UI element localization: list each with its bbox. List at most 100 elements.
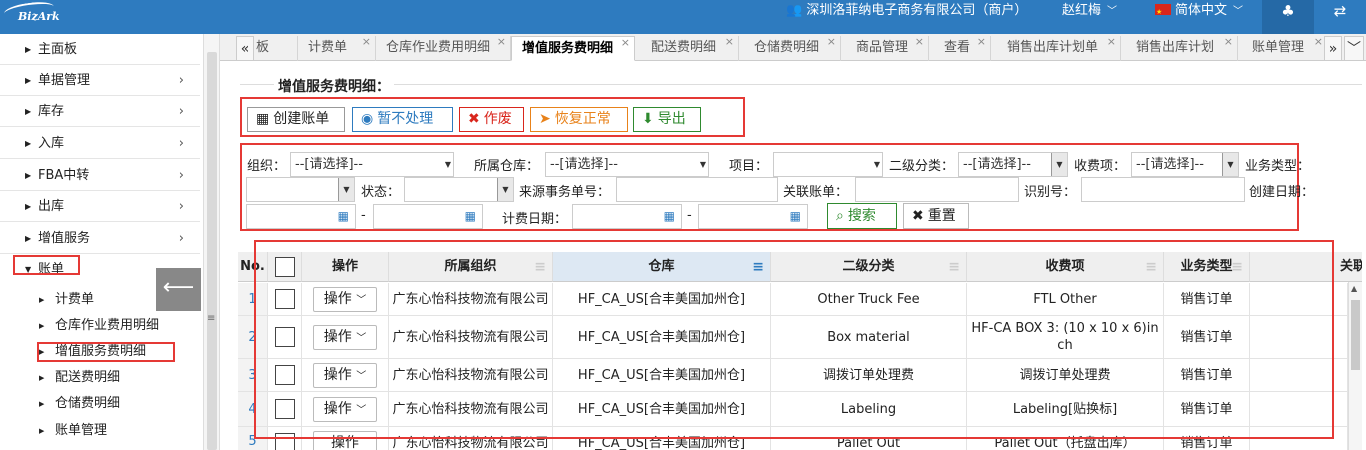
calendar-icon[interactable]: ▦ <box>664 205 675 228</box>
fee-item-select[interactable]: --[请选择]-- ▼ <box>1131 152 1239 177</box>
tab-outbound-plan[interactable]: 销售出库计划 × <box>1126 35 1238 61</box>
status-select[interactable]: ▼ <box>404 177 514 202</box>
caret-right-icon: ▶ <box>25 202 32 211</box>
language-menu[interactable]: 简体中文 ﹀ <box>1155 0 1243 34</box>
collapse-sidebar-button[interactable]: ⟵ <box>156 268 201 311</box>
tab-view[interactable]: 查看 × <box>934 35 991 61</box>
sidebar-scrollbar[interactable] <box>204 34 220 450</box>
resize-grip-icon[interactable]: ≡ <box>207 313 215 324</box>
swap-icon[interactable]: ⇄ <box>1314 0 1366 34</box>
close-icon[interactable]: × <box>915 30 924 54</box>
tab-label: 销售出库计划单 <box>1007 40 1099 55</box>
bizark-logo[interactable]: BizArk <box>0 0 70 34</box>
restore-button[interactable]: ➤ 恢复正常 <box>530 107 628 132</box>
sub-item-storage-fee[interactable]: ▶ 仓储费明细 <box>0 391 200 417</box>
billing-date-to[interactable]: ▦ <box>698 204 808 229</box>
billing-date-from[interactable]: ▦ <box>572 204 682 229</box>
company-menu[interactable]: 👥 深圳洛菲纳电子商务有限公司（商户） <box>786 0 1027 34</box>
void-button[interactable]: ✖ 作废 <box>459 107 524 132</box>
org-label: 组织： <box>247 159 287 174</box>
tab-dropdown-icon[interactable]: ﹀ <box>1344 36 1364 61</box>
export-button[interactable]: ⬇ 导出 <box>633 107 701 132</box>
business-type-select[interactable]: ▼ <box>246 177 355 202</box>
calendar-icon: ▦ <box>256 111 270 127</box>
download-circle-icon: ⬇ <box>642 111 654 127</box>
close-icon[interactable]: × <box>1224 30 1233 54</box>
sidebar-item-fba[interactable]: ▶ FBA中转 › <box>0 160 200 191</box>
tab-value-added-fee[interactable]: 增值服务费明细 × <box>511 36 635 61</box>
tab-product-management[interactable]: 商品管理 × <box>846 35 929 61</box>
sub-item-bill-management[interactable]: ▶ 账单管理 <box>0 418 200 444</box>
related-bill-input[interactable] <box>855 177 1019 202</box>
chevron-right-icon: › <box>178 73 184 88</box>
calendar-icon[interactable]: ▦ <box>338 205 349 228</box>
warehouse-select[interactable]: --[请选择]-- ▼ <box>545 152 709 177</box>
chevron-down-icon: ﹀ <box>1233 6 1244 17</box>
item-select[interactable]: ▼ <box>773 152 883 177</box>
sidebar-item-documents[interactable]: ▶ 单据管理 › <box>0 65 200 96</box>
chevron-right-icon: › <box>178 231 184 246</box>
close-icon[interactable]: × <box>1107 30 1116 54</box>
created-date-from[interactable]: ▦ <box>246 204 356 229</box>
tab-dashboard[interactable]: 板 <box>254 36 298 61</box>
sidebar-item-inbound[interactable]: ▶ 入库 › <box>0 128 200 159</box>
tab-scroll-left-icon[interactable]: « <box>236 36 254 61</box>
sub-category-label: 二级分类： <box>889 159 955 174</box>
caret-down-icon: ▼ <box>1222 153 1238 176</box>
sidebar-item-label: 库存 <box>38 104 65 119</box>
highlight-box <box>37 342 175 362</box>
sub-item-delivery-fee[interactable]: ▶ 配送费明细 <box>0 365 200 391</box>
sidebar-item-inventory[interactable]: ▶ 库存 › <box>0 96 200 127</box>
related-bill-label: 关联账单： <box>783 185 849 200</box>
caret-right-icon: ▶ <box>25 107 32 116</box>
close-icon[interactable]: × <box>621 31 630 55</box>
identifier-input[interactable] <box>1081 177 1245 202</box>
tab-bill-management[interactable]: 账单管理 × <box>1242 35 1328 61</box>
close-icon[interactable]: × <box>1314 30 1323 54</box>
hold-button[interactable]: ◉ 暂不处理 <box>352 107 453 132</box>
calendar-icon[interactable]: ▦ <box>465 205 476 228</box>
close-icon[interactable]: × <box>362 30 371 54</box>
users-icon: 👥 <box>786 3 803 18</box>
tab-bar: « 板 计费单 × 仓库作业费用明细 × 增值服务费明细 × 配送费明细 × 仓储费明细… <box>220 34 1366 61</box>
panel-title: 增值服务费明细： <box>274 76 394 96</box>
sub-category-select[interactable]: --[请选择]-- ▼ <box>958 152 1068 177</box>
close-icon[interactable]: × <box>725 30 734 54</box>
sidebar-item-label: FBA中转 <box>38 168 90 183</box>
arrow-left-icon: ⟵ <box>162 275 195 300</box>
button-label: 暂不处理 <box>377 111 434 127</box>
sidebar-item-dashboard[interactable]: ▶ 主面板 <box>0 34 200 65</box>
button-label: 作废 <box>483 111 512 127</box>
scroll-up-icon[interactable]: ▲ <box>1351 284 1357 293</box>
tab-label: 计费单 <box>308 40 348 55</box>
button-label: 重置 <box>927 208 956 224</box>
logo-text: BizArk <box>18 10 60 23</box>
sub-item-warehouse-ops[interactable]: ▶ 仓库作业费用明细 <box>0 313 200 339</box>
caret-down-icon: ▼ <box>338 178 354 201</box>
user-menu[interactable]: 赵红梅 ﹀ <box>1062 0 1117 34</box>
caret-down-icon: ▼ <box>699 160 706 169</box>
search-button[interactable]: ⌕ 搜索 <box>827 203 897 229</box>
company-name: 深圳洛菲纳电子商务有限公司（商户） <box>806 3 1028 18</box>
tab-outbound-plan-sheet[interactable]: 销售出库计划单 × <box>997 35 1121 61</box>
sidebar-item-outbound[interactable]: ▶ 出库 › <box>0 191 200 222</box>
calendar-icon[interactable]: ▦ <box>790 205 801 228</box>
tab-storage-fee[interactable]: 仓储费明细 × <box>744 35 841 61</box>
source-no-input[interactable] <box>616 177 778 202</box>
caret-down-icon: ▼ <box>873 160 880 169</box>
created-date-to[interactable]: ▦ <box>373 204 483 229</box>
close-icon[interactable]: × <box>827 30 836 54</box>
tab-warehouse-ops[interactable]: 仓库作业费用明细 × <box>376 35 511 61</box>
select-value: --[请选择]-- <box>550 157 618 172</box>
org-select[interactable]: --[请选择]-- ▼ <box>290 152 454 177</box>
tree-icon[interactable]: ♣ <box>1262 0 1314 34</box>
tab-delivery-fee[interactable]: 配送费明细 × <box>641 35 739 61</box>
close-icon[interactable]: × <box>977 30 986 54</box>
tab-charge-sheet[interactable]: 计费单 × <box>298 35 376 61</box>
table-scrollbar[interactable]: ▲ <box>1348 282 1362 450</box>
tab-scroll-right-icon[interactable]: » <box>1324 36 1342 61</box>
create-bill-button[interactable]: ▦ 创建账单 <box>247 107 345 132</box>
reset-button[interactable]: ✖ 重置 <box>903 203 969 229</box>
sidebar-item-value-added[interactable]: ▶ 增值服务 › <box>0 223 200 254</box>
close-icon[interactable]: × <box>497 30 506 54</box>
